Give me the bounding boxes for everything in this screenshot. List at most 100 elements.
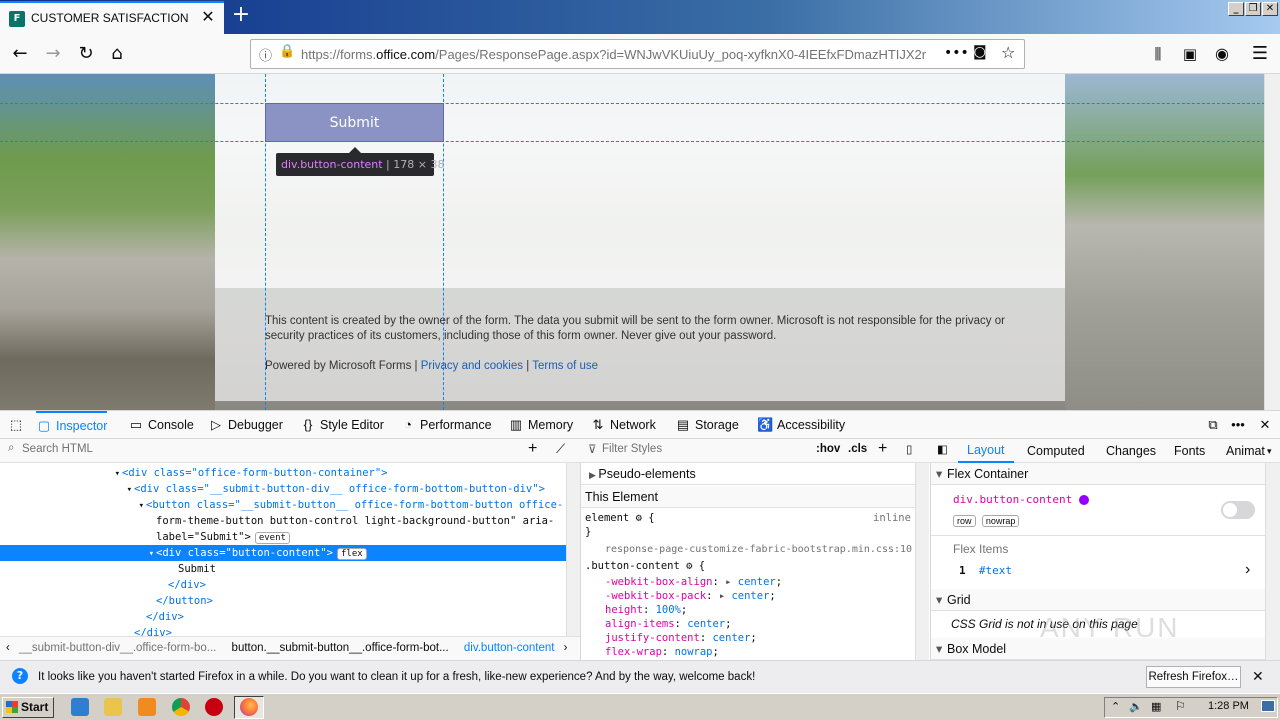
css-property[interactable]: align-items <box>605 618 675 630</box>
markup-node[interactable]: label="Submit"> event <box>0 529 566 545</box>
privacy-link[interactable]: Privacy and cookies <box>421 360 523 372</box>
tab-memory[interactable]: ▥ Memory <box>508 411 573 439</box>
expand-icon[interactable]: ▸ <box>725 576 731 588</box>
flexbox-highlighter-toggle[interactable] <box>1221 501 1255 519</box>
tab-debugger[interactable]: ▷ Debugger <box>208 411 283 439</box>
filter-styles-input[interactable]: Filter Styles <box>602 443 662 455</box>
expand-icon[interactable]: ▸ <box>719 590 725 602</box>
network-tray-icon[interactable]: ▦ <box>1151 700 1161 713</box>
pocket-icon[interactable]: ◙ <box>973 44 987 60</box>
css-declaration[interactable]: flex-wrap: nowrap; <box>605 645 719 659</box>
tab-console[interactable]: ▭ Console <box>128 411 194 439</box>
eyedropper-icon[interactable]: ⟋ <box>556 441 565 457</box>
tab-inspector[interactable]: ▢ Inspector <box>36 411 108 439</box>
markup-node[interactable]: </div> <box>0 625 566 636</box>
account-icon[interactable]: ◉ <box>1210 42 1234 66</box>
volume-icon[interactable]: 🔈 <box>1129 700 1143 713</box>
show-desktop-icon[interactable] <box>1261 700 1275 712</box>
css-declaration[interactable]: justify-content: center; <box>605 631 757 645</box>
breadcrumb-item-current[interactable]: div.button-content <box>464 642 555 654</box>
toggle-sidebar-icon[interactable]: ◧ <box>937 442 948 456</box>
rule-selector[interactable]: .button-content ⚙ { <box>585 559 705 573</box>
css-declaration[interactable]: height: 100%; <box>605 603 687 617</box>
css-declaration[interactable]: -webkit-box-pack: ▸ center; <box>605 589 776 603</box>
css-value[interactable]: center <box>738 576 776 588</box>
expand-toggle-icon[interactable]: ▾ <box>0 546 156 561</box>
tab-network[interactable]: ⇅ Network <box>590 411 656 439</box>
gear-icon[interactable]: ⚙ <box>686 560 692 572</box>
rules-scrollbar[interactable] <box>915 463 929 660</box>
markup-node[interactable]: Submit <box>0 561 566 577</box>
expand-toggle-icon[interactable]: ▾ <box>0 482 134 497</box>
hover-state-toggle[interactable]: :hov <box>816 443 840 455</box>
breadcrumb-item[interactable]: button.__submit-button__.office-form-bot… <box>232 642 449 654</box>
devtools-menu-icon[interactable]: ••• <box>1230 411 1250 439</box>
css-property[interactable]: height <box>605 604 643 616</box>
breadcrumb-prev-icon[interactable]: ‹ <box>6 642 10 654</box>
flex-item[interactable]: 1 #text <box>959 564 1012 577</box>
page-scrollbar[interactable] <box>1264 74 1280 410</box>
stylesheet-source-link[interactable]: response-page-customize-fabric-bootstrap… <box>605 543 912 557</box>
chevron-right-icon[interactable]: › <box>1245 561 1250 579</box>
tab-animations[interactable]: Animat <box>1226 439 1265 463</box>
search-html-input[interactable]: Search HTML <box>22 443 93 455</box>
add-node-icon[interactable]: + <box>528 440 537 458</box>
pseudo-elements-header[interactable]: ▶ Pseudo-elements <box>581 463 915 485</box>
add-rule-icon[interactable]: + <box>878 440 887 458</box>
restore-window-icon[interactable]: ❐ <box>1245 2 1261 16</box>
flag-icon[interactable]: ⚐ <box>1175 699 1186 713</box>
flex-container-section[interactable]: Flex Container <box>931 463 1265 485</box>
url-bar[interactable]: ⓘ 🔒 https://forms.office.com/Pages/Respo… <box>250 39 1025 69</box>
back-icon[interactable]: ← <box>8 42 32 66</box>
event-badge[interactable]: event <box>254 532 290 544</box>
markup-node[interactable]: </button> <box>0 593 566 609</box>
print-simulation-icon[interactable]: ▯ <box>906 442 912 456</box>
internet-explorer-icon[interactable] <box>71 698 89 716</box>
css-property[interactable]: justify-content <box>605 632 700 644</box>
class-toggle[interactable]: .cls <box>848 443 867 455</box>
info-icon[interactable]: ⓘ <box>259 45 272 64</box>
lock-icon[interactable]: 🔒 <box>279 44 295 59</box>
more-tabs-icon[interactable]: ▾ <box>1267 439 1272 463</box>
opera-icon[interactable] <box>205 698 223 716</box>
css-value[interactable]: 100% <box>656 604 681 616</box>
library-icon[interactable]: ⫼ <box>1146 42 1170 66</box>
dock-toggle-icon[interactable]: ⧉ <box>1205 411 1225 439</box>
forward-icon[interactable]: → <box>41 42 65 66</box>
expand-toggle-icon[interactable]: ▾ <box>0 498 146 513</box>
start-button[interactable]: Start <box>2 697 54 718</box>
minimize-window-icon[interactable]: _ <box>1228 2 1244 16</box>
css-declaration[interactable]: -webkit-box-align: ▸ center; <box>605 575 782 589</box>
explorer-folder-icon[interactable] <box>104 698 122 716</box>
markup-node[interactable]: form-theme-button button-control light-b… <box>0 513 566 529</box>
submit-button[interactable]: Submit <box>265 103 444 142</box>
css-value[interactable]: center <box>712 632 750 644</box>
tab-fonts[interactable]: Fonts <box>1174 439 1205 463</box>
element-rule-selector[interactable]: element ⚙ { <box>585 511 655 525</box>
browser-tab[interactable]: F CUSTOMER SATISFACTION SURVE ✕ <box>0 1 224 34</box>
markup-scrollbar[interactable] <box>566 463 580 636</box>
tab-computed[interactable]: Computed <box>1027 439 1085 463</box>
menu-icon[interactable]: ☰ <box>1248 42 1272 66</box>
devtools-close-icon[interactable]: ✕ <box>1257 411 1277 439</box>
tab-changes[interactable]: Changes <box>1106 439 1156 463</box>
bookmark-star-icon[interactable]: ☆ <box>1001 43 1015 62</box>
layout-scrollbar[interactable] <box>1265 463 1280 660</box>
home-icon[interactable]: ⌂ <box>105 42 129 66</box>
tab-layout[interactable]: Layout <box>958 439 1014 463</box>
tab-performance[interactable]: ◔ Performance <box>400 411 492 439</box>
sidebar-icon[interactable]: ▣ <box>1178 42 1202 66</box>
tab-close-icon[interactable]: ✕ <box>200 9 216 25</box>
expand-toggle-icon[interactable]: ▾ <box>0 466 122 481</box>
firefox-taskbar-button[interactable] <box>234 696 264 719</box>
markup-node[interactable]: ▾ <button class="__submit-button__ office… <box>0 497 566 513</box>
breadcrumb-next-icon[interactable]: › <box>564 642 568 654</box>
css-property[interactable]: -webkit-box-align <box>605 576 712 588</box>
url-text[interactable]: https://forms.office.com/Pages/ResponseP… <box>301 47 926 62</box>
tab-accessibility[interactable]: ♿ Accessibility <box>757 411 845 439</box>
tray-arrow-icon[interactable]: ⌃ <box>1111 700 1120 713</box>
css-declaration[interactable]: align-items: center; <box>605 617 731 631</box>
markup-node[interactable]: </div> <box>0 577 566 593</box>
markup-node[interactable]: ▾ <div class="office-form-button-containe… <box>0 465 566 481</box>
css-value[interactable]: center <box>687 618 725 630</box>
